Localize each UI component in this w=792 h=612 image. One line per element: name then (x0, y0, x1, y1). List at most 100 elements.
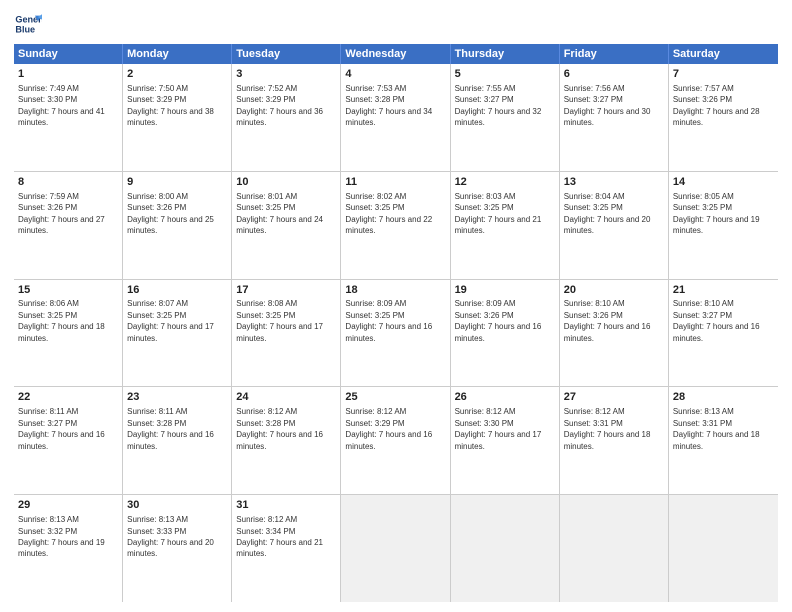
day-info: Sunrise: 7:55 AM Sunset: 3:27 PM Dayligh… (455, 84, 542, 127)
day-cell-10: 10 Sunrise: 8:01 AM Sunset: 3:25 PM Dayli… (232, 172, 341, 279)
day-number: 6 (564, 67, 664, 82)
day-number: 11 (345, 175, 445, 190)
calendar-week-2: 8 Sunrise: 7:59 AM Sunset: 3:26 PM Daylig… (14, 172, 778, 280)
day-cell-18: 18Sunrise: 8:09 AM Sunset: 3:25 PM Dayli… (341, 280, 450, 387)
day-cell-30: 30 Sunrise: 8:13 AM Sunset: 3:33 PM Dayli… (123, 495, 232, 602)
day-cell-22: 22 Sunrise: 8:11 AM Sunset: 3:27 PM Dayli… (14, 387, 123, 494)
day-info: Sunrise: 8:10 AM Sunset: 3:27 PM Dayligh… (673, 299, 760, 342)
day-info: Sunrise: 8:13 AM Sunset: 3:32 PM Dayligh… (18, 515, 105, 558)
day-cell-4: 4Sunrise: 7:53 AM Sunset: 3:28 PM Daylig… (341, 64, 450, 171)
day-info: Sunrise: 8:05 AM Sunset: 3:25 PM Dayligh… (673, 192, 760, 235)
day-cell-21: 21Sunrise: 8:10 AM Sunset: 3:27 PM Dayli… (669, 280, 778, 387)
day-info: Sunrise: 8:13 AM Sunset: 3:31 PM Dayligh… (673, 407, 760, 450)
empty-cell (341, 495, 450, 602)
day-number: 1 (18, 67, 118, 82)
day-cell-5: 5 Sunrise: 7:55 AM Sunset: 3:27 PM Daylig… (451, 64, 560, 171)
day-number: 22 (18, 390, 118, 405)
day-info: Sunrise: 7:49 AM Sunset: 3:30 PM Dayligh… (18, 84, 105, 127)
day-cell-19: 19Sunrise: 8:09 AM Sunset: 3:26 PM Dayli… (451, 280, 560, 387)
day-number: 16 (127, 283, 227, 298)
day-cell-8: 8 Sunrise: 7:59 AM Sunset: 3:26 PM Daylig… (14, 172, 123, 279)
day-info: Sunrise: 8:12 AM Sunset: 3:31 PM Dayligh… (564, 407, 651, 450)
calendar: SundayMondayTuesdayWednesdayThursdayFrid… (14, 44, 778, 602)
day-number: 29 (18, 498, 118, 513)
day-number: 24 (236, 390, 336, 405)
day-info: Sunrise: 8:00 AM Sunset: 3:26 PM Dayligh… (127, 192, 214, 235)
day-number: 21 (673, 283, 774, 298)
day-info: Sunrise: 8:12 AM Sunset: 3:28 PM Dayligh… (236, 407, 323, 450)
day-cell-7: 7 Sunrise: 7:57 AM Sunset: 3:26 PM Daylig… (669, 64, 778, 171)
day-number: 14 (673, 175, 774, 190)
calendar-week-5: 29 Sunrise: 8:13 AM Sunset: 3:32 PM Dayli… (14, 495, 778, 602)
day-number: 5 (455, 67, 555, 82)
day-cell-20: 20Sunrise: 8:10 AM Sunset: 3:26 PM Dayli… (560, 280, 669, 387)
day-info: Sunrise: 7:52 AM Sunset: 3:29 PM Dayligh… (236, 84, 323, 127)
day-number: 18 (345, 283, 445, 298)
day-cell-28: 28 Sunrise: 8:13 AM Sunset: 3:31 PM Dayli… (669, 387, 778, 494)
day-cell-9: 9 Sunrise: 8:00 AM Sunset: 3:26 PM Daylig… (123, 172, 232, 279)
day-cell-17: 17Sunrise: 8:08 AM Sunset: 3:25 PM Dayli… (232, 280, 341, 387)
day-number: 15 (18, 283, 118, 298)
day-info: Sunrise: 8:07 AM Sunset: 3:25 PM Dayligh… (127, 299, 214, 342)
header-day-sunday: Sunday (14, 44, 123, 64)
day-number: 19 (455, 283, 555, 298)
header-day-monday: Monday (123, 44, 232, 64)
logo-icon: General Blue (14, 10, 42, 38)
day-number: 7 (673, 67, 774, 82)
empty-cell (560, 495, 669, 602)
calendar-body: 1 Sunrise: 7:49 AM Sunset: 3:30 PM Daylig… (14, 64, 778, 602)
day-number: 3 (236, 67, 336, 82)
day-info: Sunrise: 8:10 AM Sunset: 3:26 PM Dayligh… (564, 299, 651, 342)
empty-cell (669, 495, 778, 602)
day-cell-25: 25Sunrise: 8:12 AM Sunset: 3:29 PM Dayli… (341, 387, 450, 494)
day-number: 30 (127, 498, 227, 513)
day-info: Sunrise: 8:04 AM Sunset: 3:25 PM Dayligh… (564, 192, 651, 235)
day-number: 9 (127, 175, 227, 190)
day-cell-2: 2Sunrise: 7:50 AM Sunset: 3:29 PM Daylig… (123, 64, 232, 171)
day-cell-16: 16Sunrise: 8:07 AM Sunset: 3:25 PM Dayli… (123, 280, 232, 387)
day-number: 26 (455, 390, 555, 405)
day-info: Sunrise: 8:11 AM Sunset: 3:27 PM Dayligh… (18, 407, 105, 450)
day-number: 31 (236, 498, 336, 513)
day-cell-26: 26Sunrise: 8:12 AM Sunset: 3:30 PM Dayli… (451, 387, 560, 494)
day-info: Sunrise: 7:56 AM Sunset: 3:27 PM Dayligh… (564, 84, 651, 127)
day-cell-15: 15Sunrise: 8:06 AM Sunset: 3:25 PM Dayli… (14, 280, 123, 387)
day-number: 13 (564, 175, 664, 190)
day-number: 28 (673, 390, 774, 405)
day-info: Sunrise: 8:06 AM Sunset: 3:25 PM Dayligh… (18, 299, 105, 342)
day-info: Sunrise: 7:59 AM Sunset: 3:26 PM Dayligh… (18, 192, 105, 235)
day-info: Sunrise: 8:12 AM Sunset: 3:29 PM Dayligh… (345, 407, 432, 450)
header-day-tuesday: Tuesday (232, 44, 341, 64)
day-cell-27: 27 Sunrise: 8:12 AM Sunset: 3:31 PM Dayli… (560, 387, 669, 494)
day-info: Sunrise: 7:53 AM Sunset: 3:28 PM Dayligh… (345, 84, 432, 127)
day-cell-3: 3 Sunrise: 7:52 AM Sunset: 3:29 PM Daylig… (232, 64, 341, 171)
empty-cell (451, 495, 560, 602)
day-info: Sunrise: 8:02 AM Sunset: 3:25 PM Dayligh… (345, 192, 432, 235)
calendar-header: SundayMondayTuesdayWednesdayThursdayFrid… (14, 44, 778, 64)
header-day-saturday: Saturday (669, 44, 778, 64)
day-info: Sunrise: 8:13 AM Sunset: 3:33 PM Dayligh… (127, 515, 214, 558)
day-number: 27 (564, 390, 664, 405)
day-number: 17 (236, 283, 336, 298)
day-info: Sunrise: 8:09 AM Sunset: 3:26 PM Dayligh… (455, 299, 542, 342)
day-info: Sunrise: 7:50 AM Sunset: 3:29 PM Dayligh… (127, 84, 214, 127)
svg-text:Blue: Blue (15, 24, 35, 34)
calendar-week-4: 22 Sunrise: 8:11 AM Sunset: 3:27 PM Dayli… (14, 387, 778, 495)
day-number: 12 (455, 175, 555, 190)
day-number: 10 (236, 175, 336, 190)
day-cell-29: 29 Sunrise: 8:13 AM Sunset: 3:32 PM Dayli… (14, 495, 123, 602)
day-cell-6: 6 Sunrise: 7:56 AM Sunset: 3:27 PM Daylig… (560, 64, 669, 171)
day-info: Sunrise: 8:01 AM Sunset: 3:25 PM Dayligh… (236, 192, 323, 235)
day-info: Sunrise: 7:57 AM Sunset: 3:26 PM Dayligh… (673, 84, 760, 127)
logo: General Blue (14, 10, 42, 38)
header-day-wednesday: Wednesday (341, 44, 450, 64)
calendar-week-1: 1 Sunrise: 7:49 AM Sunset: 3:30 PM Daylig… (14, 64, 778, 172)
day-cell-31: 31Sunrise: 8:12 AM Sunset: 3:34 PM Dayli… (232, 495, 341, 602)
day-info: Sunrise: 8:03 AM Sunset: 3:25 PM Dayligh… (455, 192, 542, 235)
day-cell-23: 23Sunrise: 8:11 AM Sunset: 3:28 PM Dayli… (123, 387, 232, 494)
day-number: 20 (564, 283, 664, 298)
page-header: General Blue (14, 10, 778, 38)
header-day-thursday: Thursday (451, 44, 560, 64)
day-info: Sunrise: 8:09 AM Sunset: 3:25 PM Dayligh… (345, 299, 432, 342)
day-number: 8 (18, 175, 118, 190)
